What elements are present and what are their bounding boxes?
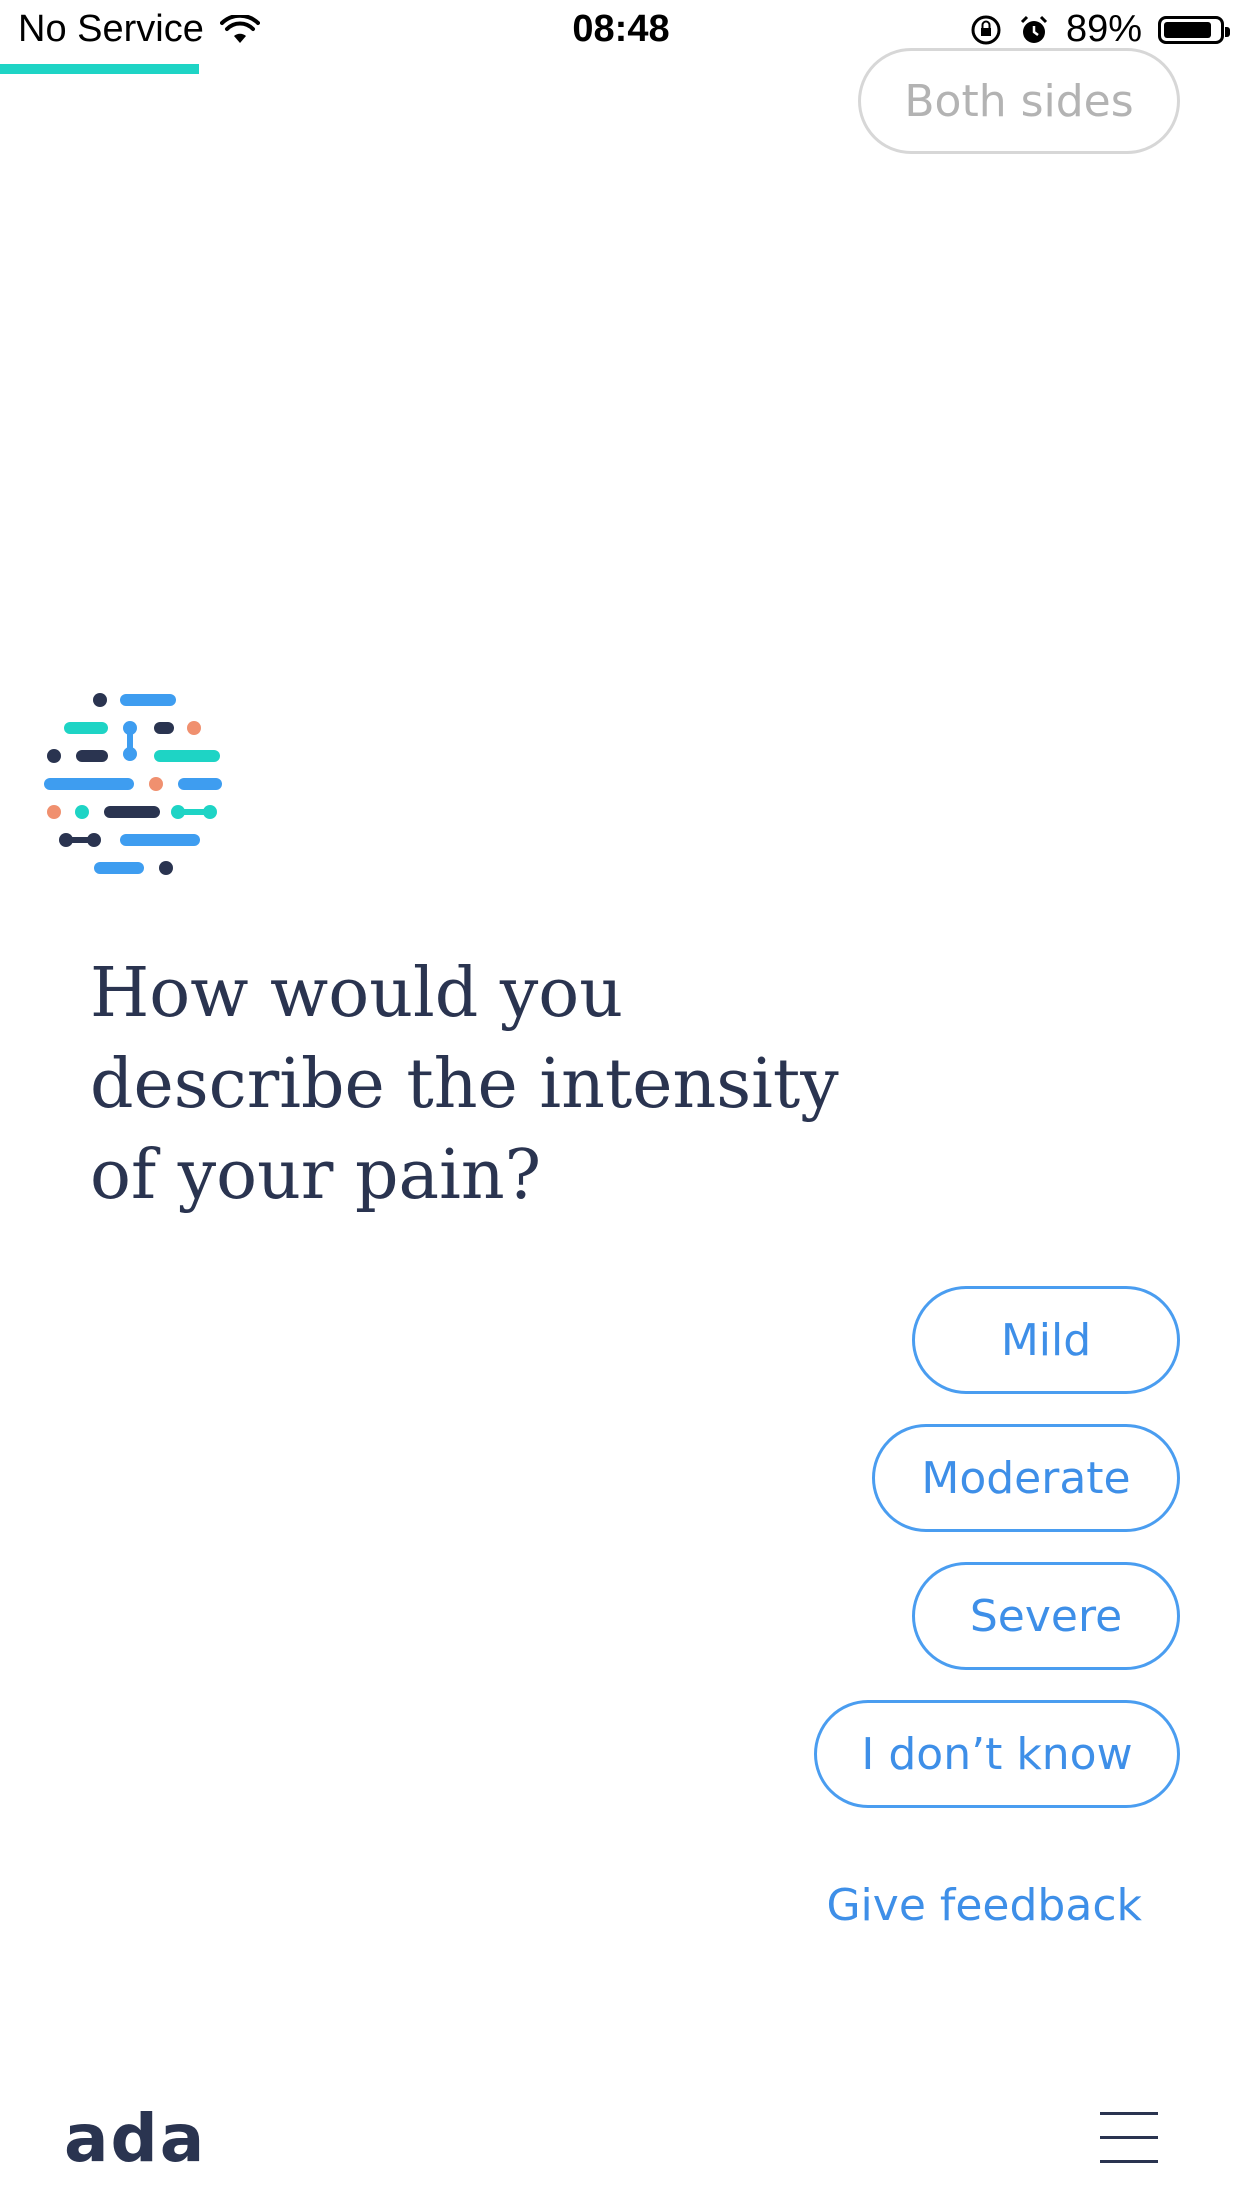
ada-avatar-icon xyxy=(44,693,222,875)
status-right: 89% xyxy=(970,8,1230,51)
menu-line xyxy=(1100,2136,1158,2139)
menu-line xyxy=(1100,2160,1158,2163)
battery-percent: 89% xyxy=(1065,8,1142,50)
alarm-icon xyxy=(1020,15,1047,43)
battery-fill xyxy=(1164,21,1212,38)
rotation-lock-icon xyxy=(971,15,1001,44)
ada-logo: ada xyxy=(64,2100,207,2177)
option-moderate-button[interactable]: Moderate xyxy=(872,1424,1180,1532)
battery-tip xyxy=(1225,26,1230,37)
option-severe-button[interactable]: Severe xyxy=(912,1562,1180,1670)
previous-answer-both-sides: Both sides xyxy=(858,48,1180,154)
menu-line xyxy=(1100,2112,1158,2115)
progress-fill xyxy=(0,64,199,74)
give-feedback-link[interactable]: Give feedback xyxy=(826,1880,1142,1931)
battery-icon xyxy=(1158,15,1230,44)
hamburger-menu-icon[interactable] xyxy=(1100,2112,1158,2164)
chat-question: How would you describe the intensity of … xyxy=(90,954,839,1215)
option-mild-button[interactable]: Mild xyxy=(912,1286,1180,1394)
option-dont-know-button[interactable]: I don’t know xyxy=(814,1700,1180,1808)
